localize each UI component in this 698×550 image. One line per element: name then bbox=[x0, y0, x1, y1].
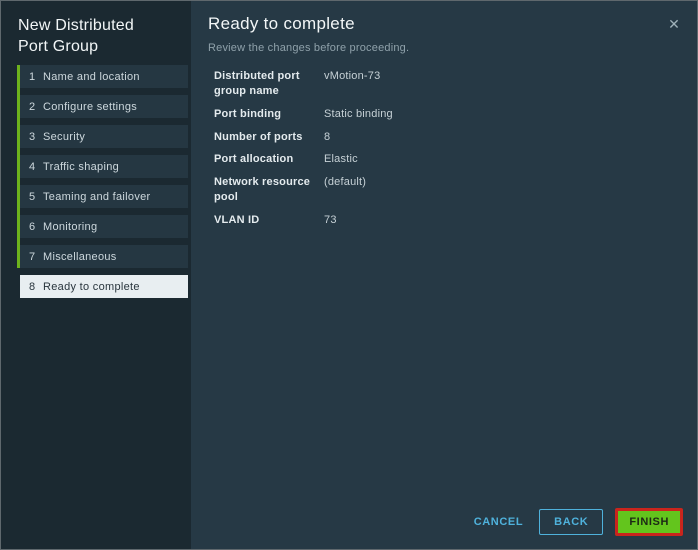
sidebar-item-step-3-security[interactable]: 3 Security bbox=[20, 125, 188, 148]
page-title: Ready to complete bbox=[208, 14, 355, 33]
step-label: Configure settings bbox=[43, 100, 138, 113]
sidebar-item-step-4-traffic-shaping[interactable]: 4 Traffic shaping bbox=[20, 155, 188, 178]
step-label: Miscellaneous bbox=[43, 250, 117, 263]
page-subtitle: Review the changes before proceeding. bbox=[208, 42, 410, 54]
table-row: Number of ports 8 bbox=[214, 130, 697, 145]
sidebar-item-step-2-configure-settings[interactable]: 2 Configure settings bbox=[20, 95, 188, 118]
wizard-content-panel: Ready to complete Review the changes bef… bbox=[191, 1, 697, 549]
review-row-label: Number of ports bbox=[214, 130, 303, 143]
review-row-value: 73 bbox=[324, 213, 337, 226]
sidebar-item-step-5-teaming-and-failover[interactable]: 5 Teaming and failover bbox=[20, 185, 188, 208]
wizard-steps: 1 Name and location 2 Configure settings… bbox=[1, 65, 191, 298]
step-label: Traffic shaping bbox=[43, 160, 120, 173]
wizard-sidebar: New Distributed Port Group 1 Name and lo… bbox=[1, 1, 191, 549]
step-number: 7 bbox=[29, 250, 36, 263]
new-distributed-port-group-dialog: New Distributed Port Group 1 Name and lo… bbox=[0, 0, 698, 550]
review-row-label: VLAN ID bbox=[214, 213, 260, 226]
step-number: 1 bbox=[29, 70, 36, 83]
review-row-value: 8 bbox=[324, 130, 331, 143]
review-row-value: (default) bbox=[324, 176, 367, 189]
review-summary-table: Distributed port group name vMotion-73 P… bbox=[214, 69, 697, 228]
review-row-label: Distributed port group name bbox=[214, 70, 300, 97]
review-row-value: Elastic bbox=[324, 153, 358, 166]
step-label: Teaming and failover bbox=[43, 190, 151, 203]
sidebar-item-step-8-ready-to-complete[interactable]: 8 Ready to complete bbox=[20, 275, 188, 298]
wizard-footer: CANCEL BACK FINISH bbox=[470, 508, 683, 536]
step-number: 8 bbox=[29, 280, 36, 293]
step-label: Security bbox=[43, 130, 86, 143]
sidebar-item-step-6-monitoring[interactable]: 6 Monitoring bbox=[20, 215, 188, 238]
wizard-title: New Distributed Port Group bbox=[18, 17, 134, 55]
step-label: Monitoring bbox=[43, 220, 98, 233]
back-button[interactable]: BACK bbox=[539, 509, 604, 535]
step-number: 4 bbox=[29, 160, 36, 173]
table-row: Port binding Static binding bbox=[214, 107, 697, 122]
step-number: 5 bbox=[29, 190, 36, 203]
sidebar-item-step-7-miscellaneous[interactable]: 7 Miscellaneous bbox=[20, 245, 188, 268]
progress-bar bbox=[17, 65, 20, 268]
step-number: 6 bbox=[29, 220, 36, 233]
review-row-label: Port binding bbox=[214, 107, 282, 120]
review-row-label: Port allocation bbox=[214, 153, 294, 166]
sidebar-item-step-1-name-and-location[interactable]: 1 Name and location bbox=[20, 65, 188, 88]
table-row: VLAN ID 73 bbox=[214, 213, 697, 228]
review-row-label: Network resource pool bbox=[214, 176, 311, 204]
review-row-value: Static binding bbox=[324, 107, 393, 120]
table-row: Port allocation Elastic bbox=[214, 152, 697, 167]
close-icon: ✕ bbox=[668, 16, 680, 32]
finish-button[interactable]: FINISH bbox=[615, 508, 683, 536]
step-label: Name and location bbox=[43, 70, 140, 83]
table-row: Distributed port group name vMotion-73 bbox=[214, 69, 697, 99]
cancel-button[interactable]: CANCEL bbox=[470, 510, 527, 534]
step-number: 2 bbox=[29, 100, 36, 113]
review-row-value: vMotion-73 bbox=[324, 70, 381, 82]
close-button[interactable]: ✕ bbox=[664, 14, 684, 34]
table-row: Network resource pool (default) bbox=[214, 175, 697, 205]
step-number: 3 bbox=[29, 130, 36, 143]
step-label: Ready to complete bbox=[43, 280, 140, 293]
